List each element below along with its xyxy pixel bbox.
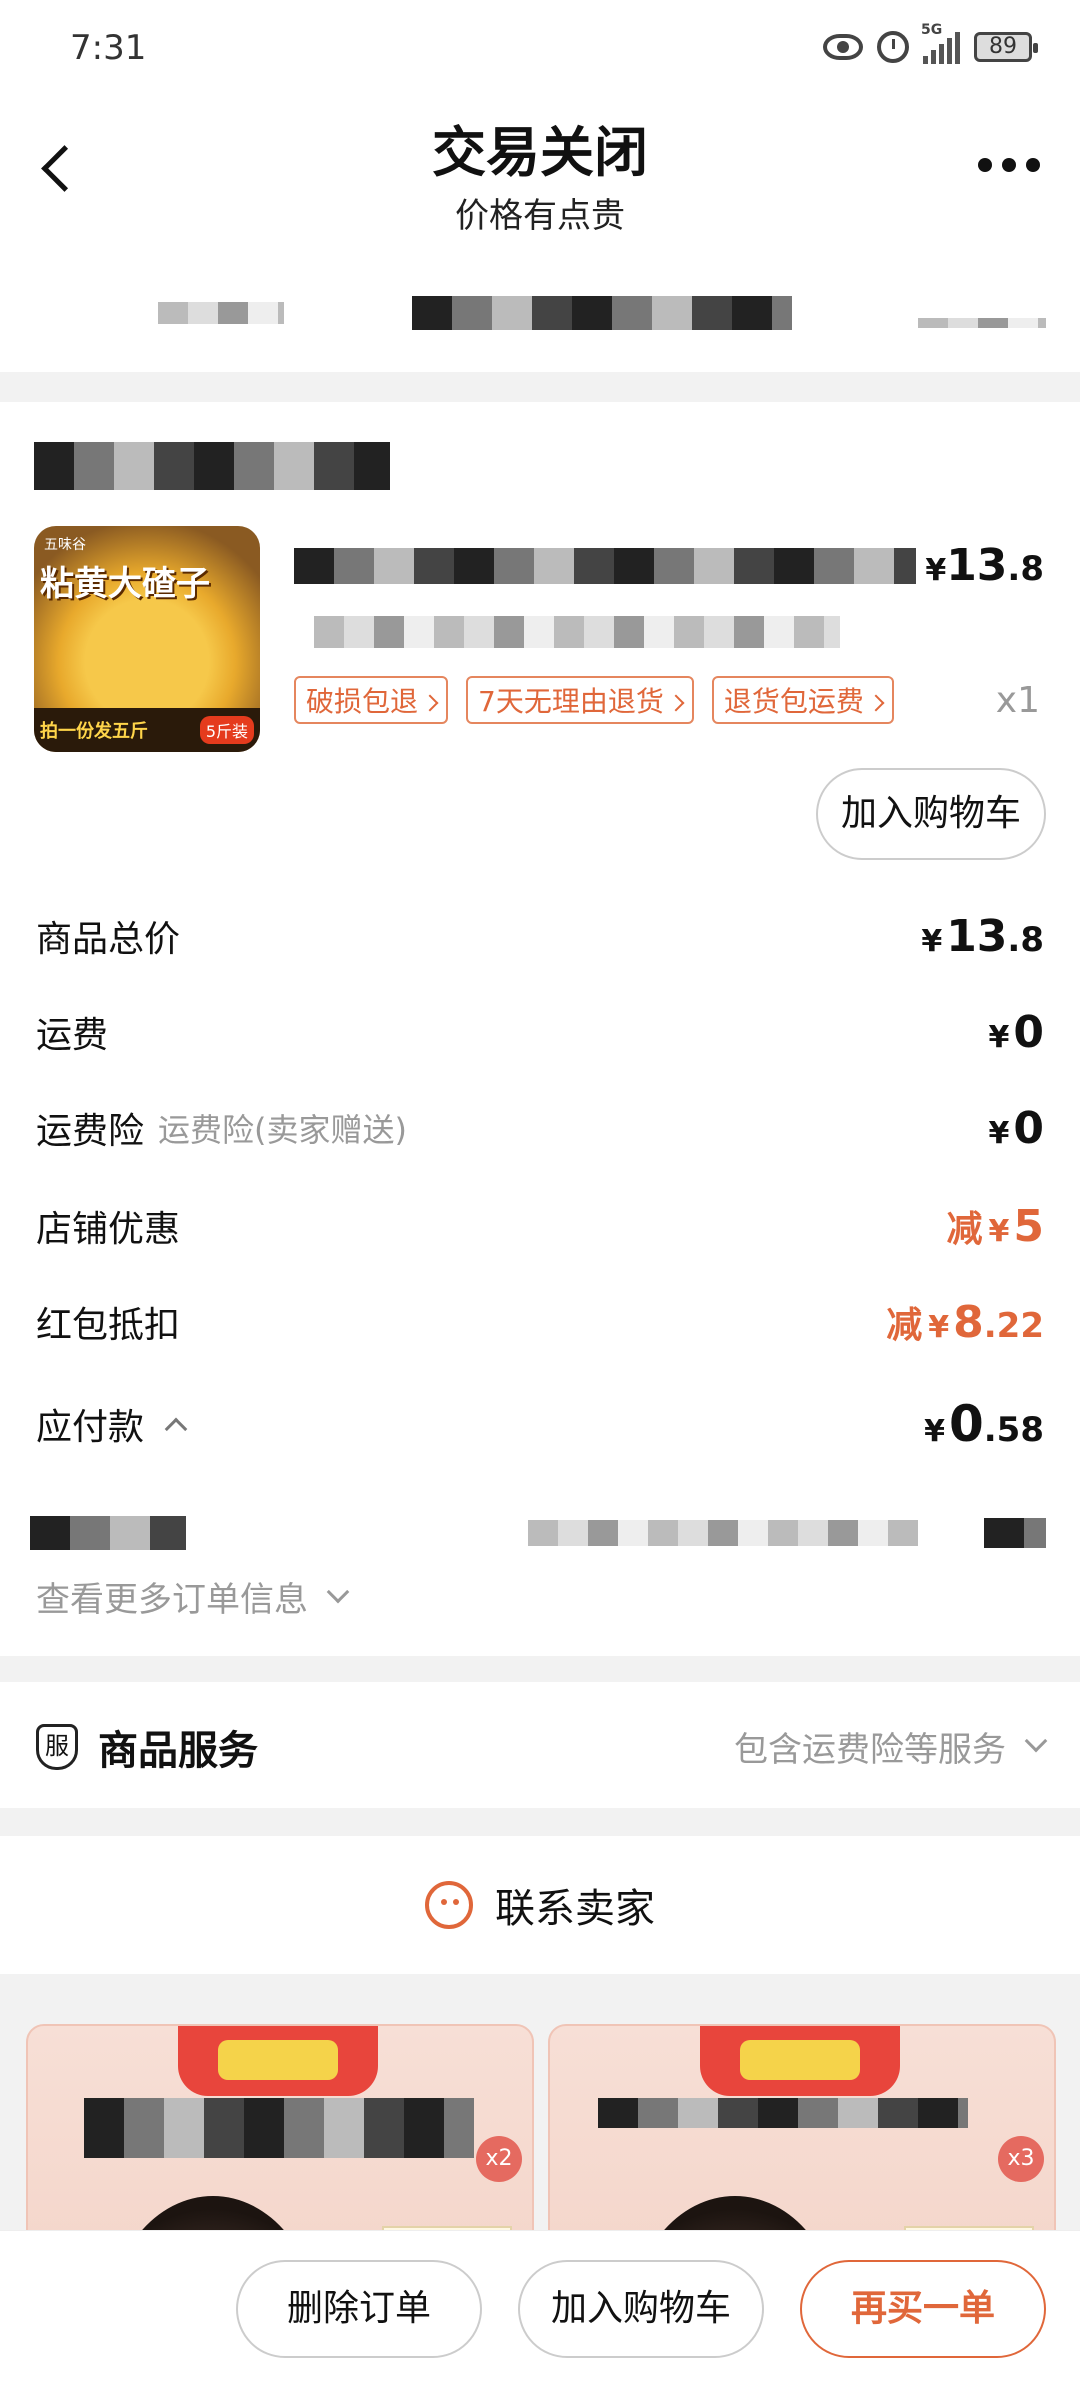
row-shipping: 运费 ¥0 <box>36 1006 1044 1058</box>
copy-redacted[interactable] <box>984 1518 1046 1548</box>
product-image-brand: 五味谷 <box>44 537 86 553</box>
order-number-redacted <box>30 1516 186 1550</box>
chevron-down-icon <box>1024 1729 1048 1752</box>
tag-return-shipping[interactable]: 退货包运费 <box>711 676 894 724</box>
row-shop-discount: 店铺优惠 减 ¥5 <box>36 1201 1044 1252</box>
row-insurance: 运费险 运费险(卖家赠送) ¥0 <box>36 1102 1044 1154</box>
product-image-banner-text: 拍一份发五斤 <box>40 721 148 742</box>
redacted-text <box>412 296 792 330</box>
status-time: 7:31 <box>70 28 147 68</box>
seller-avatar-icon <box>425 1881 473 1929</box>
chevron-up-icon <box>164 1417 188 1441</box>
product-price: ¥13.8 <box>925 540 1044 591</box>
row-total: 商品总价 ¥13.8 <box>36 910 1044 962</box>
network-label: 5G <box>921 22 943 38</box>
product-image[interactable]: 五味谷 粘黄大碴子 拍一份发五斤 5斤装 <box>34 526 260 752</box>
recommend-title-redacted <box>84 2098 474 2158</box>
recommend-qty-badge: x3 <box>998 2136 1044 2182</box>
rebuy-button[interactable]: 再买一单 <box>800 2260 1046 2358</box>
shield-icon: 服 <box>36 1724 78 1770</box>
status-icons: 5G 89 <box>823 22 1038 64</box>
shop-name-redacted[interactable] <box>34 442 390 490</box>
page: 7:31 5G 89 交易关闭 价格有点贵 五味谷 粘黄大碴子 拍一份发五斤 5… <box>0 0 1080 2400</box>
row-payable[interactable]: 应付款 ¥0.58 <box>36 1394 1044 1454</box>
tag-7day-return[interactable]: 7天无理由退货 <box>466 676 694 724</box>
product-title-redacted[interactable] <box>294 548 916 584</box>
redacted-text <box>158 302 284 324</box>
redacted-text <box>918 318 1046 328</box>
more-order-info[interactable]: 查看更多订单信息 <box>36 1572 350 1621</box>
alarm-icon <box>877 31 909 63</box>
row-redpacket: 红包抵扣 减 ¥8.22 <box>36 1297 1044 1348</box>
order-number-value-redacted <box>528 1520 918 1546</box>
add-to-cart-item-button[interactable]: 加入购物车 <box>816 768 1046 860</box>
recommend-qty-badge: x2 <box>476 2136 522 2182</box>
product-spec-redacted <box>314 616 840 648</box>
more-options-icon[interactable] <box>978 158 1040 172</box>
product-image-badge: 5斤装 <box>199 716 254 744</box>
page-title: 交易关闭 <box>432 121 648 184</box>
product-image-banner: 拍一份发五斤 5斤装 <box>34 708 260 752</box>
product-quantity: x1 <box>995 680 1040 721</box>
contact-seller-button[interactable]: 联系卖家 <box>0 1876 1080 1934</box>
signal-icon: 5G <box>921 22 960 64</box>
eye-icon <box>823 34 863 60</box>
add-to-cart-button[interactable]: 加入购物车 <box>518 2260 764 2358</box>
service-title: 服 商品服务 <box>36 1718 258 1776</box>
tag-damage-return[interactable]: 破损包退 <box>294 676 449 724</box>
delete-order-button[interactable]: 删除订单 <box>236 2260 482 2358</box>
service-desc[interactable]: 包含运费险等服务 <box>734 1722 1048 1771</box>
service-tags: 破损包退 7天无理由退货 退货包运费 <box>294 676 894 724</box>
product-image-title: 粘黄大碴子 <box>40 564 210 604</box>
chevron-down-icon <box>326 1580 350 1603</box>
battery-icon: 89 <box>974 32 1038 62</box>
page-subtitle: 价格有点贵 <box>455 196 625 236</box>
recommend-title-redacted <box>598 2098 968 2128</box>
